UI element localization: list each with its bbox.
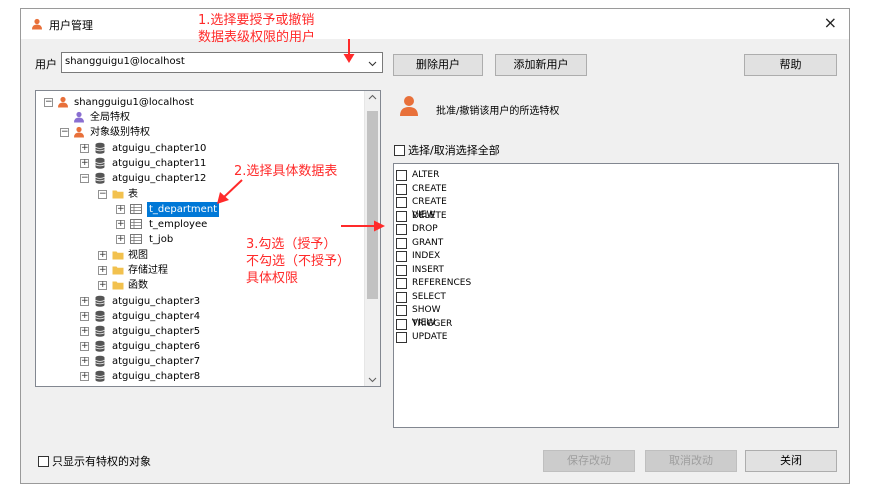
expand-icon[interactable]: +: [80, 159, 89, 168]
expand-icon[interactable]: +: [116, 220, 125, 229]
chevron-up-icon[interactable]: [368, 94, 377, 100]
database-icon: [95, 370, 105, 382]
expand-icon[interactable]: +: [98, 281, 107, 290]
arrow-left-icon: [217, 179, 243, 204]
table-icon: [130, 204, 142, 214]
user-dropdown-value: shangguigu1@localhost: [65, 56, 185, 67]
table-icon: [130, 234, 142, 244]
close-icon[interactable]: ×: [824, 14, 837, 32]
database-icon: [95, 355, 105, 367]
expand-icon[interactable]: +: [116, 235, 125, 244]
arrow-right-icon: [341, 220, 385, 232]
user-label: 用户: [35, 58, 57, 71]
annotation-step2: 2.选择具体数据表: [234, 164, 338, 179]
database-icon: [95, 295, 105, 307]
expand-icon[interactable]: +: [98, 251, 107, 260]
close-button[interactable]: 关闭: [745, 450, 837, 472]
collapse-icon[interactable]: −: [44, 98, 53, 107]
user-management-window: 用户管理 × 用户 shangguigu1@localhost 删除用户 添加新…: [20, 8, 850, 484]
save-changes-button[interactable]: 保存改动: [543, 450, 635, 472]
annotation-step1: 1.选择要授予或撤销 数据表级权限的用户: [198, 13, 316, 45]
checkbox[interactable]: [394, 145, 405, 156]
database-icon: [95, 310, 105, 322]
user-icon: [32, 18, 42, 30]
privilege-list: ALTER CREATE CREATE VIEW DELETE DROP GRA…: [393, 163, 839, 428]
title-bar: 用户管理 ×: [21, 9, 849, 39]
user-dropdown[interactable]: shangguigu1@localhost: [61, 52, 383, 73]
user-large-icon: [400, 96, 418, 116]
database-icon: [95, 340, 105, 352]
chevron-down-icon: [368, 61, 377, 67]
delete-user-button[interactable]: 删除用户: [393, 54, 483, 76]
expand-icon[interactable]: +: [98, 266, 107, 275]
help-button[interactable]: 帮助: [744, 54, 837, 76]
expand-icon[interactable]: +: [80, 312, 89, 321]
collapse-icon[interactable]: −: [98, 190, 107, 199]
user-icon: [74, 126, 84, 138]
table-icon: [130, 219, 142, 229]
add-user-button[interactable]: 添加新用户: [495, 54, 587, 76]
expand-icon[interactable]: +: [80, 297, 89, 306]
expand-icon[interactable]: +: [116, 205, 125, 214]
scrollbar-thumb[interactable]: [367, 111, 378, 299]
expand-icon[interactable]: +: [80, 327, 89, 336]
expand-icon[interactable]: +: [80, 144, 89, 153]
collapse-icon[interactable]: −: [60, 128, 69, 137]
database-icon: [95, 325, 105, 337]
folder-icon: [112, 251, 124, 260]
window-title: 用户管理: [49, 19, 93, 32]
annotation-step3: 3.勾选（授予） 不勾选（不授予） 具体权限: [246, 237, 351, 286]
tree-scrollbar[interactable]: [364, 91, 380, 386]
expand-icon[interactable]: +: [80, 342, 89, 351]
cancel-changes-button[interactable]: 取消改动: [645, 450, 737, 472]
database-icon: [95, 157, 105, 169]
expand-icon[interactable]: +: [80, 357, 89, 366]
chevron-down-icon[interactable]: [368, 377, 377, 383]
arrow-down-icon: [343, 39, 355, 63]
privilege-header: 批准/撤销该用户的所选特权: [436, 106, 560, 117]
user-icon: [58, 96, 68, 108]
database-icon: [95, 142, 105, 154]
database-icon: [95, 172, 105, 184]
collapse-icon[interactable]: −: [80, 174, 89, 183]
user-icon: [74, 111, 84, 123]
folder-icon: [112, 266, 124, 275]
folder-icon: [112, 281, 124, 290]
expand-icon[interactable]: +: [80, 372, 89, 381]
folder-icon: [112, 190, 124, 199]
checkbox[interactable]: [38, 456, 49, 467]
